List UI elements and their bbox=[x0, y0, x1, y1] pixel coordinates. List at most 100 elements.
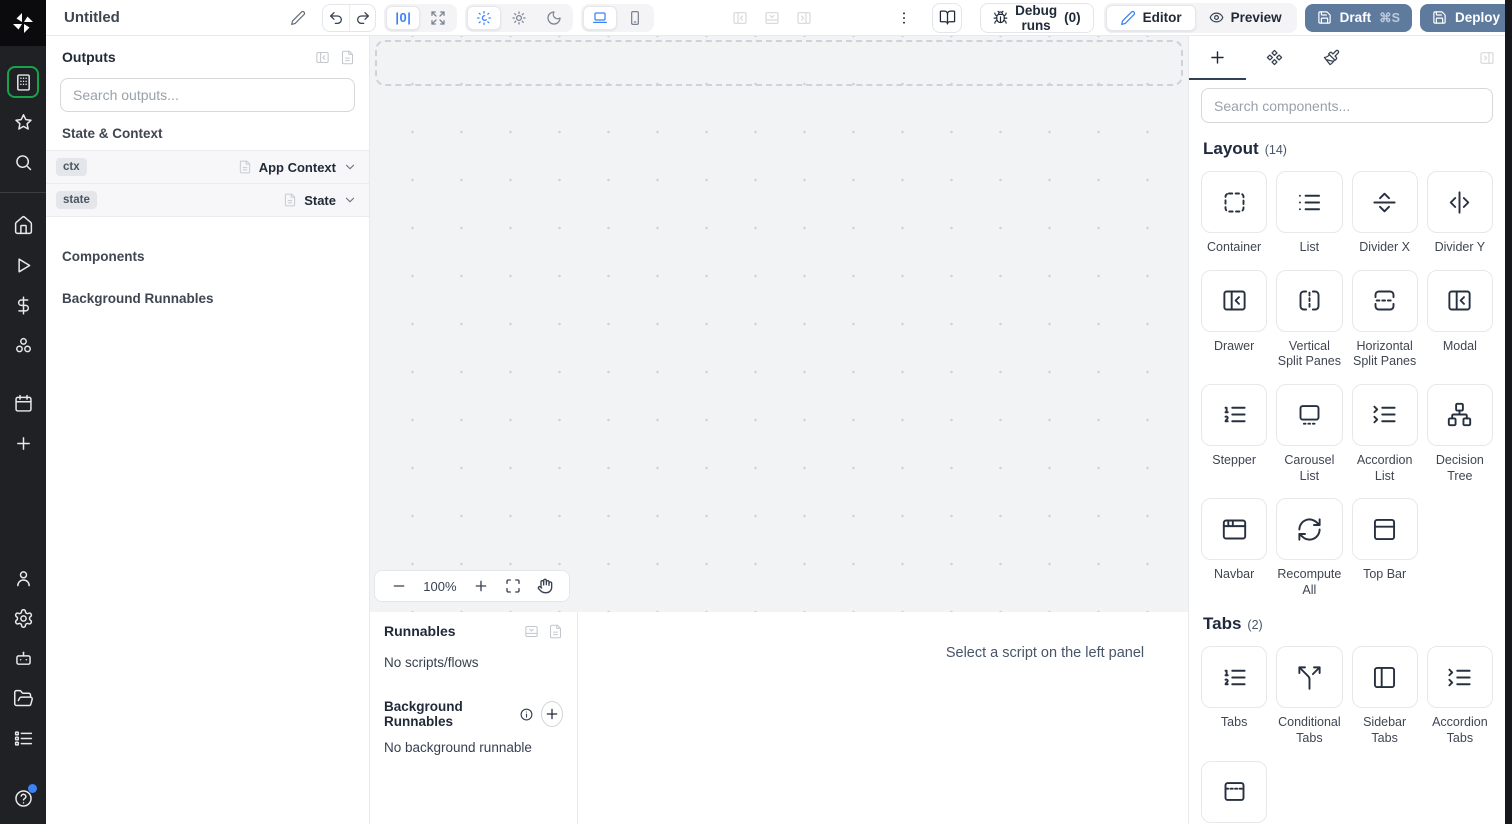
app-canvas[interactable]: 100% bbox=[370, 36, 1188, 612]
sidebar-item-create[interactable] bbox=[7, 427, 39, 459]
panel-left-close-icon[interactable] bbox=[732, 10, 748, 26]
debug-runs-button[interactable]: Debug runs (0) bbox=[980, 2, 1094, 33]
component-card-tabs[interactable] bbox=[1201, 646, 1268, 709]
pan-tool-button[interactable] bbox=[537, 578, 553, 594]
collapse-right-panel-icon[interactable] bbox=[1479, 50, 1495, 66]
more-menu-button[interactable] bbox=[896, 10, 912, 26]
component-card-vertical-split-panes[interactable] bbox=[1276, 269, 1343, 332]
component-card-drawer[interactable] bbox=[1201, 269, 1268, 332]
component-card-top-bar[interactable] bbox=[1351, 498, 1418, 561]
tab-insert-component[interactable] bbox=[1189, 36, 1246, 80]
panel-right-close-icon[interactable] bbox=[796, 10, 812, 26]
component-card-accordion-tabs[interactable] bbox=[1426, 646, 1493, 709]
gear-icon bbox=[13, 608, 34, 629]
search-outputs-input[interactable] bbox=[60, 78, 355, 112]
fit-canvas-button[interactable] bbox=[505, 578, 521, 594]
sidebar-item-settings[interactable] bbox=[7, 602, 39, 634]
sidebar-item-runs[interactable] bbox=[7, 249, 39, 281]
zoom-out-button[interactable] bbox=[391, 578, 407, 594]
fit-view-button[interactable] bbox=[421, 6, 455, 30]
component-label: Recompute All bbox=[1277, 567, 1342, 597]
canvas-zoom-toolbar: 100% bbox=[374, 570, 570, 602]
sidebar-item-folders[interactable] bbox=[7, 682, 39, 714]
preview-label: Preview bbox=[1230, 10, 1282, 25]
sidebar-item-resources[interactable] bbox=[7, 329, 39, 361]
sidebar-item-users[interactable] bbox=[7, 562, 39, 594]
component-card-container[interactable] bbox=[1201, 171, 1268, 233]
component-label: Top Bar bbox=[1363, 567, 1407, 582]
component-card-divider-y[interactable] bbox=[1426, 171, 1493, 233]
component-card-conditional-tabs[interactable] bbox=[1276, 646, 1343, 709]
theme-dark-button[interactable] bbox=[537, 6, 571, 30]
eye-icon bbox=[1209, 10, 1224, 25]
tab-styling[interactable] bbox=[1303, 36, 1360, 80]
component-card-recompute-all[interactable] bbox=[1276, 498, 1343, 561]
undo-button[interactable] bbox=[323, 5, 349, 31]
file-text-icon[interactable] bbox=[548, 624, 563, 639]
sidebar-item-search[interactable] bbox=[7, 146, 39, 178]
sidebar-item-schedules[interactable] bbox=[7, 387, 39, 419]
component-card-stepper[interactable] bbox=[1201, 383, 1268, 446]
file-text-icon bbox=[238, 160, 252, 174]
collapse-outputs-icon[interactable] bbox=[315, 50, 330, 65]
component-label: Accordion List bbox=[1356, 452, 1413, 483]
component-item-stepper: Stepper bbox=[1201, 383, 1268, 484]
sidebar-item-workers[interactable] bbox=[7, 642, 39, 674]
component-item-conditional-tabs: Conditional Tabs bbox=[1276, 646, 1343, 746]
draft-label: Draft bbox=[1339, 10, 1372, 25]
canvas-dropzone[interactable] bbox=[375, 40, 1183, 86]
component-card-accordion-list[interactable] bbox=[1351, 383, 1418, 446]
sidebar-item-favorites[interactable] bbox=[7, 106, 39, 138]
state-row-state[interactable]: state State bbox=[46, 184, 369, 217]
chevron-down-icon[interactable] bbox=[343, 160, 357, 174]
component-card-navbar[interactable] bbox=[1201, 498, 1268, 561]
zoom-in-button[interactable] bbox=[473, 578, 489, 594]
theme-light-button[interactable] bbox=[502, 6, 536, 30]
preview-tab[interactable]: Preview bbox=[1196, 5, 1295, 31]
component-label: Stepper bbox=[1212, 452, 1257, 467]
state-row-ctx[interactable]: ctx App Context bbox=[46, 151, 369, 184]
collapse-runnables-icon[interactable] bbox=[524, 624, 539, 639]
tab-component-settings[interactable] bbox=[1246, 36, 1303, 80]
docs-button[interactable] bbox=[932, 2, 963, 33]
search-icon bbox=[13, 152, 34, 173]
editor-tab[interactable]: Editor bbox=[1105, 4, 1196, 31]
zoom-reset-button[interactable]: |0| bbox=[386, 5, 421, 30]
sidebar-item-logs[interactable] bbox=[7, 722, 39, 754]
deploy-button[interactable]: Deploy bbox=[1419, 3, 1512, 32]
chevron-down-icon[interactable] bbox=[343, 193, 357, 207]
component-card-divider-x[interactable] bbox=[1351, 171, 1418, 233]
component-card-list[interactable] bbox=[1276, 171, 1343, 233]
search-components-input[interactable] bbox=[1201, 88, 1493, 123]
component-item-container: Container bbox=[1201, 171, 1268, 256]
file-text-icon[interactable] bbox=[340, 50, 355, 65]
component-card-horizontal-split-panes[interactable] bbox=[1351, 269, 1418, 332]
section-title: Layout bbox=[1203, 139, 1259, 158]
component-card-sidebar-tabs[interactable] bbox=[1351, 646, 1418, 709]
component-sections: Layout (14) Container List Divider X Divider … bbox=[1189, 139, 1505, 823]
component-card-modal[interactable] bbox=[1426, 269, 1493, 332]
sidebar-item-home[interactable] bbox=[7, 209, 39, 241]
sidebar-item-apps[interactable] bbox=[7, 66, 39, 98]
modal-icon bbox=[1446, 287, 1473, 314]
desktop-view-button[interactable] bbox=[583, 5, 618, 30]
sidebar-tabs-icon bbox=[1371, 664, 1398, 691]
editor-pencil-icon bbox=[1120, 10, 1136, 26]
add-background-runnable-button[interactable] bbox=[540, 701, 563, 727]
component-card-carousel-list[interactable] bbox=[1276, 383, 1343, 446]
redo-button[interactable] bbox=[348, 4, 375, 31]
book-open-icon bbox=[939, 9, 956, 26]
rename-title-button[interactable] bbox=[290, 10, 306, 26]
mobile-view-button[interactable] bbox=[618, 6, 652, 30]
component-card-invisible-tabs[interactable] bbox=[1201, 760, 1268, 823]
draft-button[interactable]: Draft ⌘S bbox=[1304, 3, 1412, 32]
component-label: Container bbox=[1207, 240, 1262, 254]
component-card-decision-tree[interactable] bbox=[1426, 383, 1493, 446]
panel-bottom-close-icon[interactable] bbox=[764, 10, 780, 26]
sidebar-item-variables[interactable] bbox=[7, 289, 39, 321]
decision-tree-icon bbox=[1446, 401, 1473, 428]
windmill-logo-icon bbox=[11, 11, 35, 35]
help-button[interactable] bbox=[7, 782, 39, 814]
windmill-logo[interactable] bbox=[0, 0, 46, 46]
theme-auto-button[interactable] bbox=[467, 5, 502, 30]
